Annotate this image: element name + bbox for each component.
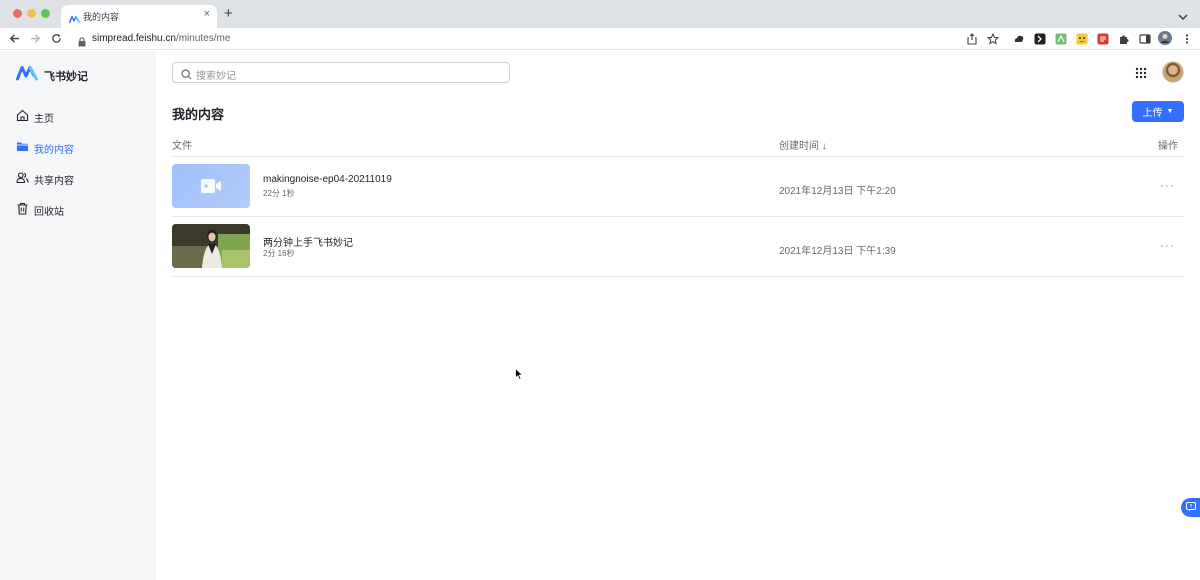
- main-content: 搜索妙记 我的内容 上传 ▼ 文件 创建时间 ↓ 操作 makingnoise-…: [156, 51, 1200, 580]
- search-icon: [181, 67, 192, 85]
- sidebar-item-label: 共享内容: [34, 176, 74, 187]
- app-name: 飞书妙记: [44, 70, 88, 83]
- bookmark-star-icon[interactable]: [986, 32, 1000, 45]
- sidebar-item-shared-content[interactable]: 共享内容: [0, 166, 156, 190]
- row-divider: [172, 276, 1184, 277]
- chevron-down-icon[interactable]: [1178, 8, 1188, 26]
- feishu-minutes-logo-icon: [16, 65, 38, 86]
- browser-toolbar: simpread.feishu.cn/minutes/me: [0, 28, 1200, 50]
- row-title[interactable]: 两分钟上手飞书妙记: [263, 234, 353, 249]
- side-panel-icon[interactable]: [1139, 32, 1151, 44]
- url-text: simpread.feishu.cn/minutes/me: [92, 33, 230, 44]
- page-title: 我的内容: [172, 107, 225, 122]
- back-arrow-icon[interactable]: [7, 31, 21, 45]
- row-duration: 22分 1秒: [263, 189, 295, 198]
- row-created-date: 2021年12月13日 下午1:39: [779, 246, 896, 257]
- share-icon[interactable]: [966, 32, 978, 45]
- feedback-button[interactable]: [1181, 498, 1200, 517]
- browser-titlebar: 我的内容 × +: [0, 0, 1200, 28]
- row-duration: 2分 16秒: [263, 249, 295, 258]
- sidebar-item-label: 回收站: [34, 207, 64, 218]
- more-actions-icon[interactable]: ···: [1160, 238, 1175, 252]
- column-header-actions: 操作: [1158, 141, 1178, 152]
- table-row[interactable]: makingnoise-ep04-20211019 22分 1秒 2021年12…: [172, 157, 1184, 217]
- browser-menu-icon[interactable]: [1181, 32, 1193, 44]
- extension-cloud-icon[interactable]: [1013, 32, 1025, 44]
- lock-icon: [78, 34, 86, 52]
- new-tab-button[interactable]: +: [224, 6, 233, 21]
- row-title[interactable]: makingnoise-ep04-20211019: [263, 174, 392, 185]
- app-logo[interactable]: 飞书妙记: [16, 65, 88, 86]
- row-created-date: 2021年12月13日 下午2:20: [779, 186, 896, 197]
- column-header-created[interactable]: 创建时间 ↓: [779, 137, 827, 152]
- sidebar: 飞书妙记 主页 我的内容 共享内容 回收站: [0, 51, 156, 580]
- shared-users-icon: [16, 171, 29, 184]
- row-thumbnail[interactable]: [172, 224, 250, 268]
- trash-icon: [16, 202, 29, 215]
- tab-title: 我的内容: [83, 12, 120, 22]
- sidebar-item-home[interactable]: 主页: [0, 104, 156, 128]
- row-thumbnail[interactable]: [172, 164, 250, 208]
- search-input[interactable]: 搜索妙记: [172, 62, 510, 83]
- upload-button[interactable]: 上传 ▼: [1132, 101, 1184, 122]
- extension-red-notes-icon[interactable]: [1097, 32, 1109, 45]
- maximize-window-button[interactable]: [41, 9, 50, 18]
- url-path: /minutes/me: [175, 33, 231, 44]
- sidebar-item-my-content[interactable]: 我的内容: [0, 135, 156, 159]
- sidebar-item-label: 我的内容: [34, 145, 74, 156]
- feedback-icon: [1185, 499, 1196, 517]
- extension-simpread-icon[interactable]: [1034, 32, 1046, 45]
- extensions-puzzle-icon[interactable]: [1118, 32, 1130, 44]
- sidebar-item-label: 主页: [34, 114, 54, 125]
- video-frame-icon: [172, 224, 250, 268]
- sort-arrow-icon: ↓: [821, 141, 827, 152]
- upload-button-label: 上传: [1142, 108, 1163, 119]
- home-icon: [16, 109, 29, 122]
- minimize-window-button[interactable]: [27, 9, 36, 18]
- forward-arrow-icon[interactable]: [28, 31, 42, 45]
- folder-icon: [16, 140, 29, 153]
- browser-tab[interactable]: 我的内容 ×: [61, 5, 217, 28]
- search-placeholder: 搜索妙记: [196, 71, 236, 82]
- table-row[interactable]: 两分钟上手飞书妙记 2分 16秒 2021年12月13日 下午1:39 ···: [172, 217, 1184, 277]
- column-header-file: 文件: [172, 141, 192, 152]
- reload-icon[interactable]: [49, 31, 63, 45]
- sidebar-item-trash[interactable]: 回收站: [0, 197, 156, 221]
- extension-yellow-face-icon[interactable]: [1076, 32, 1088, 45]
- column-header-created-label: 创建时间: [779, 141, 819, 152]
- profile-avatar-icon[interactable]: [1158, 31, 1172, 45]
- url-host: simpread.feishu.cn: [92, 33, 176, 44]
- app-grid-icon[interactable]: [1135, 66, 1147, 84]
- tab-close-button[interactable]: ×: [204, 8, 210, 20]
- address-bar[interactable]: simpread.feishu.cn/minutes/me: [68, 30, 1068, 48]
- extension-green-icon[interactable]: [1055, 32, 1067, 45]
- caret-down-icon: ▼: [1166, 108, 1174, 115]
- more-actions-icon[interactable]: ···: [1160, 178, 1175, 192]
- feishu-minutes-favicon-icon: [68, 11, 81, 29]
- video-placeholder-icon: [201, 179, 222, 198]
- mouse-cursor-icon: [515, 367, 524, 385]
- avatar[interactable]: [1162, 61, 1184, 83]
- close-window-button[interactable]: [13, 9, 22, 18]
